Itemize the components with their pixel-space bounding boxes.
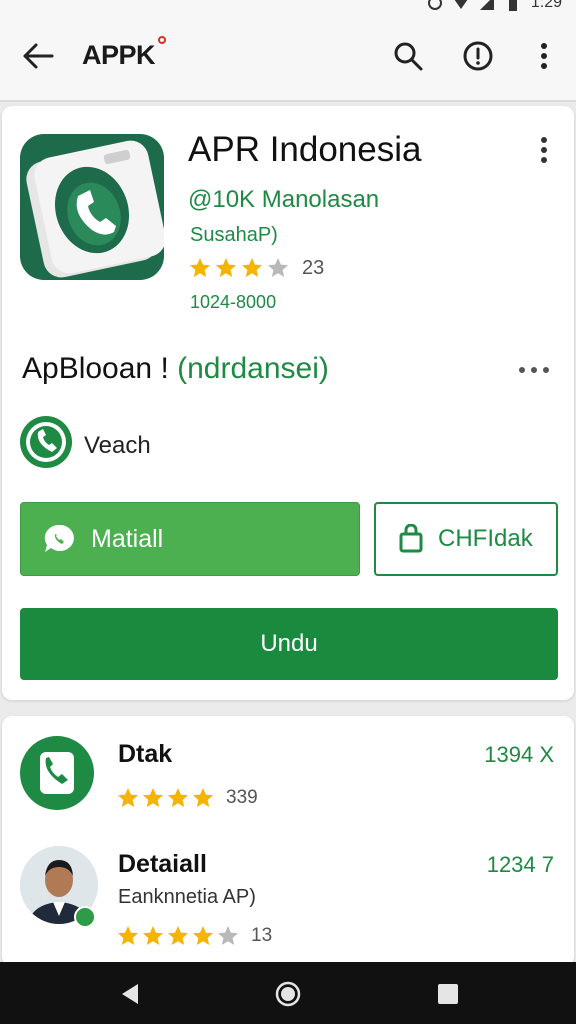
battery-icon: [508, 0, 517, 11]
app-icon[interactable]: [20, 134, 164, 280]
star-icon: [143, 926, 163, 945]
list-item-value: 1394 X: [484, 742, 554, 767]
list-item-title: Detaiall: [118, 850, 207, 878]
back-arrow-icon[interactable]: [18, 36, 58, 76]
alarm-icon: [427, 0, 442, 10]
signal-icon: [479, 0, 494, 10]
list-item-subtitle: Eanknnetia AP): [118, 886, 256, 908]
star-empty-icon: [268, 258, 288, 277]
app-menu-icon[interactable]: [532, 134, 556, 166]
star-icon: [193, 926, 213, 945]
verified-badge-icon: [74, 906, 96, 928]
search-icon[interactable]: [388, 36, 428, 76]
status-bar: 1:29: [0, 0, 576, 14]
chat-icon: [44, 524, 74, 552]
install-button[interactable]: Matiall: [20, 502, 360, 576]
star-icon: [216, 258, 236, 277]
list-item[interactable]: Detaiall Eanknnetia AP) 1234 7 13: [2, 842, 574, 952]
star-icon: [190, 258, 210, 277]
section-title: ApBlooan ! (ndrdansei): [22, 352, 329, 386]
list-item-rating: 13: [116, 924, 272, 948]
star-icon: [118, 926, 138, 945]
phone-app-icon: [20, 736, 94, 810]
overflow-menu-icon[interactable]: [524, 36, 564, 76]
star-icon: [118, 788, 138, 807]
app-bar: APPK: [0, 14, 576, 102]
list-item-title: Dtak: [118, 740, 173, 768]
rating-count: 23: [302, 256, 325, 279]
list-item-rating-count: 13: [251, 925, 273, 946]
info-icon[interactable]: [458, 36, 498, 76]
star-empty-icon: [218, 926, 238, 945]
app-bar-title: APPK: [82, 40, 156, 70]
star-icon: [168, 926, 188, 945]
star-icon: [168, 788, 188, 807]
star-icon: [143, 788, 163, 807]
more-horizontal-icon[interactable]: [514, 360, 554, 380]
bag-icon: [399, 524, 423, 553]
related-list-card: Dtak 1394 X 339 Detaiall Eanknnetia AP) …: [2, 716, 574, 966]
notification-dot: [158, 36, 166, 44]
section-title-sub: (ndrdansei): [177, 352, 329, 385]
status-time: 1:29: [530, 0, 562, 11]
nav-home-icon[interactable]: [274, 980, 302, 1008]
download-button[interactable]: Undu: [20, 608, 558, 680]
app-name: APR Indonesia: [188, 130, 422, 169]
feature-label: Veach: [84, 432, 151, 459]
wifi-icon: [454, 0, 468, 9]
app-category: SusahaP): [190, 224, 278, 246]
app-detail-card: APR Indonesia @10K Manolasan SusahaP) 23…: [2, 106, 574, 700]
nav-back-icon[interactable]: [116, 980, 144, 1008]
system-nav-bar: [0, 962, 576, 1024]
install-button-label: Matiall: [91, 524, 164, 553]
list-item-rating-count: 339: [226, 787, 258, 808]
app-rating: 23: [188, 256, 324, 280]
secondary-button[interactable]: CHFIdak: [374, 502, 558, 576]
list-item-value: 1234 7: [486, 852, 554, 877]
list-item[interactable]: Dtak 1394 X 339: [2, 732, 574, 842]
star-icon: [193, 788, 213, 807]
phone-icon: [20, 416, 72, 468]
developer-link[interactable]: @10K Manolasan: [188, 186, 379, 214]
nav-recents-icon[interactable]: [434, 980, 462, 1008]
section-title-main: ApBlooan !: [22, 352, 169, 385]
star-icon: [242, 258, 262, 277]
download-count: 1024-8000: [190, 292, 277, 312]
secondary-button-label: CHFIdak: [438, 525, 533, 552]
phone-app-icon: [26, 140, 164, 278]
list-item-rating: 339: [116, 786, 258, 810]
